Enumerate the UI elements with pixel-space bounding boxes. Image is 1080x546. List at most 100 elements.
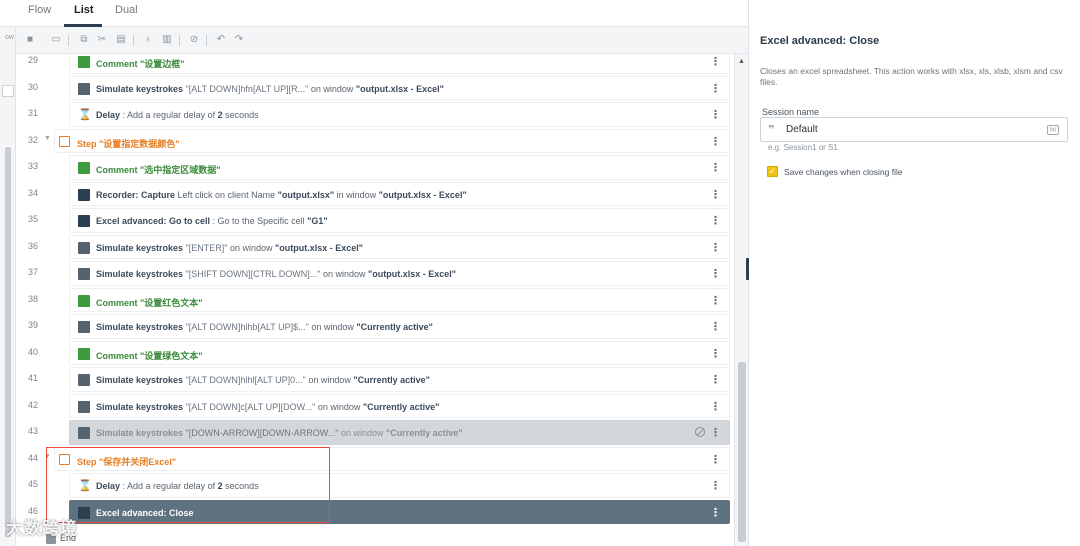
action-parameter: "设置边框" (140, 59, 185, 69)
action-connector: on window (227, 242, 275, 253)
more-options-icon[interactable]: ⋮ (710, 453, 721, 466)
screen-icon[interactable]: ▭ (50, 34, 62, 46)
text-quote-icon: ❞ (768, 124, 775, 136)
left-panel-label: ow (5, 34, 14, 41)
action-name: Simulate keystrokes (96, 428, 184, 438)
more-options-icon[interactable]: ⋮ (710, 347, 721, 360)
more-options-icon[interactable]: ⋮ (710, 373, 721, 386)
action-card[interactable]: Simulate keystrokes "[ALT DOWN]c[ALT UP]… (69, 393, 730, 418)
action-card[interactable]: Simulate keystrokes "[DOWN-ARROW][DOWN-A… (69, 420, 730, 445)
action-row[interactable]: 38 Comment "设置红色文本" ⋮ (16, 287, 734, 314)
action-text: Simulate keystrokes "[SHIFT DOWN][CTRL D… (96, 269, 456, 279)
scroll-thumb[interactable] (738, 362, 746, 542)
action-name: Comment (96, 350, 138, 361)
more-options-icon[interactable]: ⋮ (710, 188, 721, 201)
session-name-label: Session name (762, 107, 820, 117)
undo-icon[interactable]: ↶ (215, 34, 227, 46)
tab-flow[interactable]: Flow (28, 4, 51, 16)
action-card[interactable]: Simulate keystrokes "[ALT DOWN]hlhb[ALT … (69, 314, 730, 339)
action-row[interactable]: 30 Simulate keystrokes "[ALT DOWN]hfn[ALT… (16, 75, 734, 102)
more-options-icon[interactable]: ⋮ (710, 400, 721, 413)
more-options-icon[interactable]: ⋮ (710, 82, 721, 95)
action-row[interactable]: 42 Simulate keystrokes "[ALT DOWN]c[ALT U… (16, 393, 734, 420)
paste-icon[interactable]: ▤ (115, 34, 127, 46)
enable-icon[interactable]: ♁ (142, 34, 154, 46)
action-text: Simulate keystrokes "[ENTER]" on window … (96, 243, 363, 253)
action-row[interactable]: 33 Comment "选中指定区域数据" ⋮ (16, 154, 734, 181)
action-connector: on window (338, 428, 386, 438)
session-name-value[interactable]: Default (786, 124, 818, 135)
action-value: "output.xlsx" (277, 189, 335, 200)
action-parameter: "[ENTER]" (185, 242, 228, 253)
more-options-icon[interactable]: ⋮ (710, 506, 721, 519)
left-panel-scrollbar[interactable] (5, 147, 11, 537)
more-options-icon[interactable]: ⋮ (710, 426, 721, 439)
watermark-logo: 大数跨境 (6, 519, 78, 538)
save-changes-label[interactable]: Save changes when closing file (784, 167, 903, 177)
scroll-up-icon[interactable]: ▲ (738, 58, 745, 65)
action-suffix: seconds (222, 110, 259, 120)
action-card[interactable]: Comment "设置红色文本" ⋮ (69, 287, 730, 312)
redo-icon[interactable]: ↷ (233, 34, 245, 46)
line-number: 33 (27, 161, 38, 171)
list-scrollbar[interactable]: ▲ (734, 54, 748, 546)
line-number: 37 (27, 267, 38, 277)
copy-icon[interactable]: ⧉ (78, 34, 90, 46)
action-row[interactable]: 34 Recorder: Capture Left click on client… (16, 181, 734, 208)
more-options-icon[interactable]: ⋮ (710, 161, 721, 174)
action-card[interactable]: Simulate keystrokes "[ALT DOWN]hfn[ALT U… (69, 75, 730, 100)
action-row[interactable]: 43 Simulate keystrokes "[DOWN-ARROW][DOWN… (16, 419, 734, 446)
more-options-icon[interactable]: ⋮ (710, 267, 721, 280)
action-row[interactable]: 35 Excel advanced: Go to cell : Go to the… (16, 207, 734, 234)
step-row[interactable]: 32 ▼ Step "设置指定数据颜色" ⋮ (16, 128, 734, 155)
tab-list[interactable]: List (74, 4, 94, 16)
action-row[interactable]: 29 Comment "设置边框" ⋮ (16, 54, 734, 75)
more-options-icon[interactable]: ⋮ (710, 55, 721, 68)
action-card[interactable]: Simulate keystrokes "[ALT DOWN]hlhl[ALT … (69, 367, 730, 392)
action-connector: on window (308, 83, 356, 94)
comment-icon (78, 56, 90, 68)
action-parameter: "设置红色文本" (140, 297, 203, 308)
action-row[interactable]: 40 Comment "设置绿色文本" ⋮ (16, 340, 734, 367)
action-row[interactable]: 37 Simulate keystrokes "[SHIFT DOWN][CTRL… (16, 260, 734, 287)
action-card[interactable]: Excel advanced: Go to cell : Go to the S… (69, 208, 730, 233)
action-card[interactable]: Comment "设置绿色文本" ⋮ (69, 340, 730, 365)
action-card[interactable]: Comment "设置边框" ⋮ (69, 54, 730, 74)
action-value: "Currently active" (353, 375, 430, 385)
list-toolbar: ■ ▭ ⧉ ✂ ▤ ♁ ▥ ⊘ ↶ ↷ (16, 27, 748, 54)
action-row[interactable]: 41 Simulate keystrokes "[ALT DOWN]hlhl[AL… (16, 366, 734, 393)
action-row[interactable]: 36 Simulate keystrokes "[ENTER]" on windo… (16, 234, 734, 261)
variable-icon[interactable]: {x} (1047, 125, 1059, 135)
collapse-chevron-icon[interactable]: ▼ (44, 135, 51, 142)
action-card[interactable]: Simulate keystrokes "[ENTER]" on window … (69, 234, 730, 259)
action-name: Comment (96, 165, 138, 175)
left-collapsed-panel: ow (0, 27, 16, 546)
save-changes-checkbox[interactable]: ✓ (767, 166, 778, 177)
tab-dual[interactable]: Dual (115, 4, 138, 16)
more-options-icon[interactable]: ⋮ (710, 135, 721, 148)
more-options-icon[interactable]: ⋮ (710, 294, 721, 307)
action-name: Simulate keystrokes (96, 375, 184, 385)
action-card[interactable]: Step "设置指定数据颜色" ⋮ (54, 128, 730, 153)
session-name-input[interactable]: ❞ Default {x} (760, 117, 1068, 142)
action-card[interactable]: ⌛ Delay : Add a regular delay of 2 second… (69, 102, 730, 127)
more-options-icon[interactable]: ⋮ (710, 479, 721, 492)
delete-icon[interactable]: ▥ (161, 34, 173, 46)
action-card[interactable]: Simulate keystrokes "[SHIFT DOWN][CTRL D… (69, 261, 730, 286)
action-card[interactable]: Comment "选中指定区域数据" ⋮ (69, 155, 730, 180)
action-name: Comment (96, 297, 138, 308)
cut-icon[interactable]: ✂ (96, 34, 108, 46)
more-options-icon[interactable]: ⋮ (710, 320, 721, 333)
action-text: Simulate keystrokes "[ALT DOWN]hlhl[ALT … (96, 375, 430, 385)
left-panel-handle[interactable] (2, 85, 14, 97)
action-row[interactable]: 31 ⌛ Delay : Add a regular delay of 2 seco… (16, 101, 734, 128)
recorder-icon[interactable]: ■ (24, 34, 36, 46)
action-row[interactable]: 39 Simulate keystrokes "[ALT DOWN]hlhb[AL… (16, 313, 734, 340)
action-card[interactable]: Recorder: Capture Left click on client N… (69, 181, 730, 206)
action-name: Simulate keystrokes (96, 242, 184, 253)
action-text: Delay : Add a regular delay of 2 seconds (96, 110, 259, 120)
disable-icon[interactable]: ⊘ (188, 34, 200, 46)
more-options-icon[interactable]: ⋮ (710, 241, 721, 254)
more-options-icon[interactable]: ⋮ (710, 214, 721, 227)
more-options-icon[interactable]: ⋮ (710, 108, 721, 121)
